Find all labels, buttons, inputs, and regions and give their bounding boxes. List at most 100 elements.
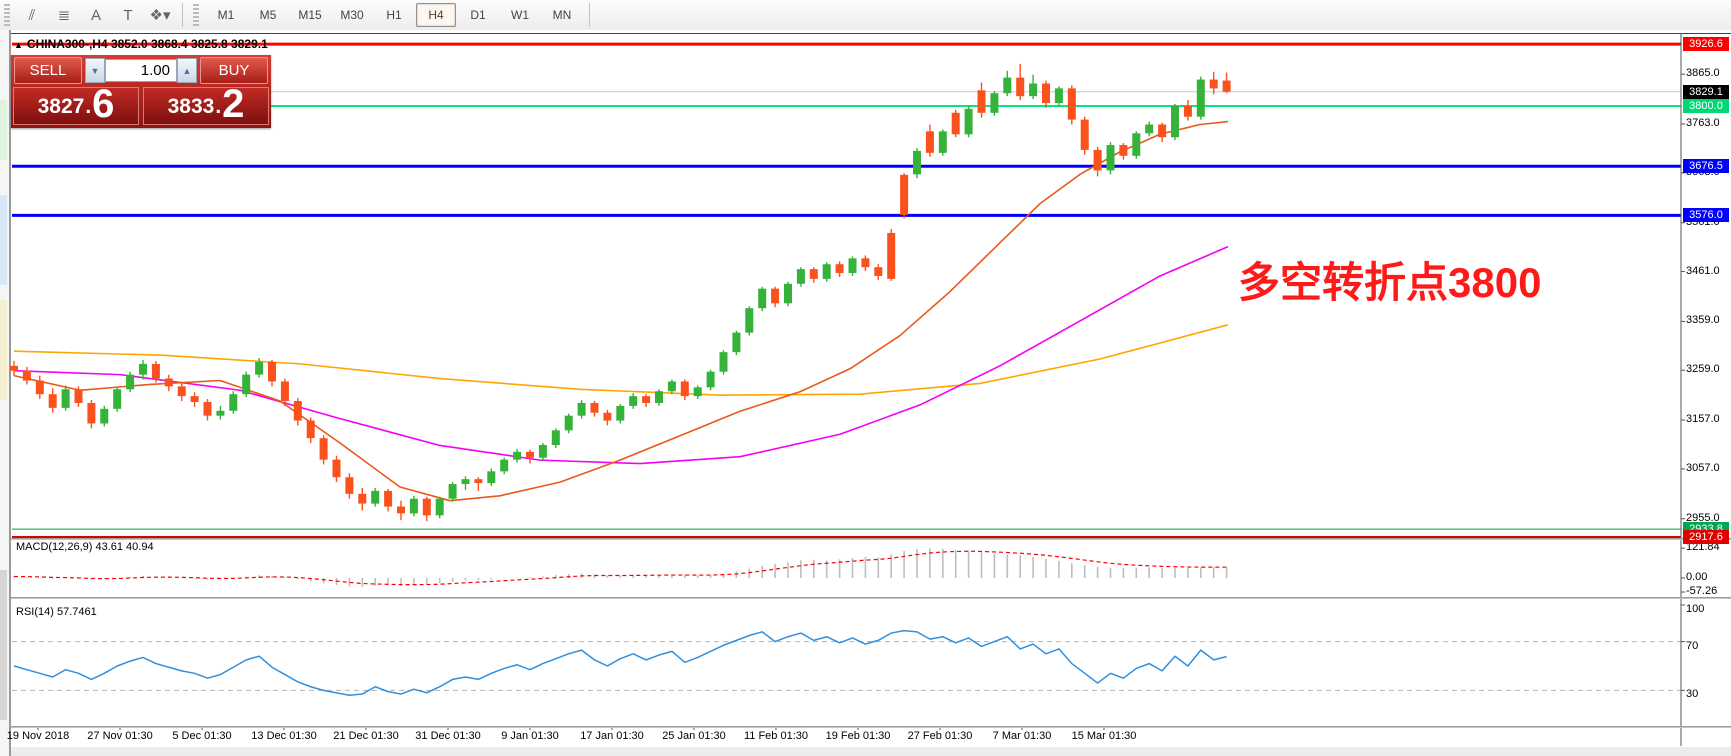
candle-body-up	[113, 389, 121, 409]
candle-body-up	[578, 403, 586, 416]
candle-body-down	[978, 90, 986, 112]
sell-button[interactable]: SELL	[14, 57, 82, 84]
trading-platform-window: ⫽≣AT❖▾ M1M5M15M30H1H4D1W1MN ▲CHINA300-,H…	[0, 0, 1731, 756]
candle-body-up	[487, 471, 495, 483]
time-axis-label: 7 Mar 01:30	[993, 730, 1052, 742]
candle-body-down	[384, 491, 392, 507]
candle-body-up	[229, 394, 237, 411]
rsi-line	[14, 631, 1227, 696]
time-axis-label: 5 Dec 01:30	[172, 730, 231, 742]
sell-price-main: 3827	[38, 92, 85, 122]
candle-body-down	[474, 479, 482, 483]
time-axis-label: 31 Dec 01:30	[415, 730, 480, 742]
candle-body-up	[616, 406, 624, 421]
candle-body-up	[1132, 133, 1140, 155]
candle-body-up	[797, 269, 805, 284]
candle-body-up	[655, 391, 663, 403]
candle-body-up	[694, 387, 702, 396]
candle-body-down	[191, 396, 199, 402]
macd-axis-tick-label: -57.26	[1686, 585, 1717, 597]
candle-body-up	[732, 333, 740, 353]
time-axis-label: 9 Jan 01:30	[501, 730, 559, 742]
rsi-axis-tick-label: 30	[1686, 688, 1698, 700]
candle-body-up	[449, 484, 457, 499]
pane-splitter-macd[interactable]	[11, 538, 1731, 540]
candle-body-down	[810, 269, 818, 279]
time-axis-label: 27 Feb 01:30	[908, 730, 973, 742]
candle-body-up	[1171, 106, 1179, 137]
candle-body-down	[681, 381, 689, 396]
volume-input[interactable]: 1.00	[105, 59, 177, 82]
candle-body-down	[591, 403, 599, 413]
chart-text-annotation[interactable]: 多空转折点3800	[1238, 249, 1541, 310]
candle-body-down	[887, 233, 895, 279]
candle-body-down	[75, 389, 83, 403]
candle-body-down	[397, 507, 405, 514]
candle-body-down	[926, 131, 934, 152]
candle-body-up	[1003, 78, 1011, 94]
candle-body-up	[707, 372, 715, 388]
price-axis-tick-label: 3461.0	[1686, 265, 1720, 277]
candle-body-up	[139, 364, 147, 375]
price-axis-tick-label: 3865.0	[1686, 67, 1720, 79]
ma-mid-line	[14, 247, 1228, 464]
price-badge-3829.1: 3829.1	[1683, 85, 1729, 99]
candle-body-up	[668, 381, 676, 391]
window-bottom-edge	[11, 747, 1731, 756]
candle-body-down	[1158, 125, 1166, 138]
price-axis-tick-label: 3259.0	[1686, 363, 1720, 375]
candle-body-down	[320, 438, 328, 459]
price-badge-2917.6: 2917.6	[1683, 530, 1729, 544]
time-axis-label: 11 Feb 01:30	[744, 730, 808, 742]
buy-button[interactable]: BUY	[200, 57, 268, 84]
macd-signal-line	[14, 551, 1227, 584]
buy-price-pips: 2	[222, 86, 244, 122]
candle-body-down	[294, 401, 302, 421]
candle-body-down	[1119, 145, 1127, 156]
ma-fast-line	[14, 122, 1228, 501]
candle-body-up	[913, 151, 921, 174]
candle-body-up	[126, 375, 134, 390]
price-axis-tick-label: 3057.0	[1686, 462, 1720, 474]
candle-body-down	[1068, 88, 1076, 119]
chart-title-text: CHINA300-,H4 3852.0 3868.4 3825.8 3829.1	[27, 37, 268, 51]
buy-price[interactable]: 3833.2	[143, 87, 269, 125]
candle-body-down	[204, 402, 212, 416]
candle-body-down	[1042, 83, 1050, 103]
candle-body-up	[1107, 145, 1115, 170]
sell-price-dot: .	[85, 92, 91, 122]
volume-decrease-button[interactable]: ▼	[85, 58, 105, 83]
pane-splitter-rsi[interactable]	[11, 597, 1731, 599]
candle-body-up	[745, 308, 753, 332]
time-axis-label: 21 Dec 01:30	[333, 730, 398, 742]
rsi-indicator-label: RSI(14) 57.7461	[16, 606, 97, 618]
candle-body-up	[371, 491, 379, 504]
candle-body-down	[952, 113, 960, 134]
volume-increase-button[interactable]: ▲	[177, 58, 197, 83]
candle-body-down	[10, 366, 18, 371]
sell-price[interactable]: 3827.6	[13, 87, 139, 125]
candle-body-down	[165, 379, 173, 387]
candle-body-down	[1081, 120, 1089, 150]
price-badge-3926.6: 3926.6	[1683, 37, 1729, 51]
macd-indicator-label: MACD(12,26,9) 43.61 40.94	[16, 541, 154, 553]
candle-body-down	[281, 381, 289, 401]
candle-body-up	[784, 284, 792, 304]
price-badge-3676.5: 3676.5	[1683, 159, 1729, 173]
candle-body-up	[552, 430, 560, 445]
candle-body-down	[307, 421, 315, 439]
candle-body-up	[939, 131, 947, 152]
sell-price-pips: 6	[92, 86, 114, 122]
rsi-axis-tick-label: 70	[1686, 640, 1698, 652]
candle-body-down	[178, 386, 186, 396]
collapse-triangle-icon[interactable]: ▲	[14, 40, 23, 50]
candle-body-down	[36, 380, 44, 394]
candle-body-up	[462, 479, 470, 484]
candle-body-up	[62, 389, 70, 408]
candle-body-up	[565, 416, 573, 431]
candle-body-up	[1197, 80, 1205, 117]
candle-body-up	[436, 499, 444, 516]
candle-body-up	[1145, 125, 1153, 134]
chart-window: ▲ CHINA300-,H4 3852.0 3868.4 3825.8 3829.…	[11, 30, 1731, 756]
candle-body-up	[513, 452, 521, 460]
